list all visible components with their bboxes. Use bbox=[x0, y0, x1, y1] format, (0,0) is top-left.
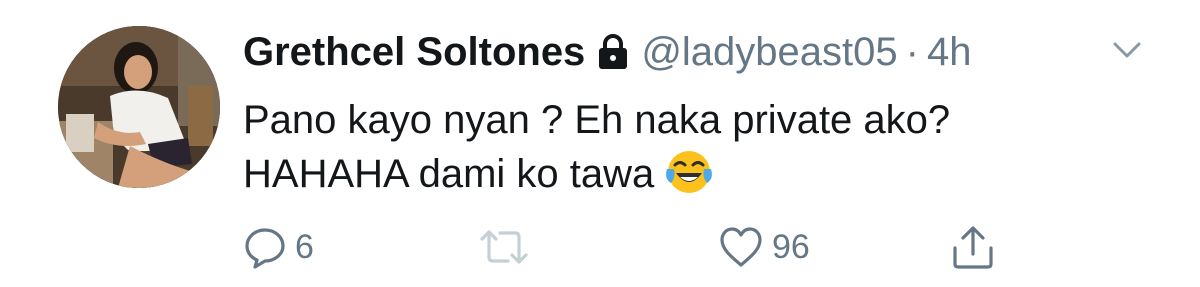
tweet-header: Grethcel Soltones @ladybeast05 · 4h bbox=[243, 26, 971, 78]
lock-icon bbox=[597, 34, 629, 70]
face-with-tears-of-joy-emoji bbox=[664, 147, 714, 197]
tweet-text: Pano kayo nyan ? Eh naka private ako? HA… bbox=[243, 93, 950, 201]
separator-dot: · bbox=[905, 29, 919, 74]
retweet-button[interactable] bbox=[478, 222, 538, 272]
display-name[interactable]: Grethcel Soltones bbox=[243, 30, 585, 75]
chevron-down-icon[interactable] bbox=[1112, 40, 1142, 60]
user-handle[interactable]: @ladybeast05 bbox=[641, 30, 897, 75]
reply-button[interactable]: 6 bbox=[243, 222, 314, 272]
heart-icon bbox=[720, 227, 762, 267]
like-count: 96 bbox=[772, 227, 810, 266]
tweet: Grethcel Soltones @ladybeast05 · 4h Pano… bbox=[0, 0, 1200, 287]
like-button[interactable]: 96 bbox=[718, 222, 810, 272]
avatar-photo bbox=[58, 26, 220, 188]
reply-count: 6 bbox=[295, 227, 314, 266]
tweet-text-line-content: HAHAHA dami ko tawa bbox=[243, 152, 655, 196]
tweet-text-line: HAHAHA dami ko tawa bbox=[243, 147, 950, 201]
timestamp[interactable]: 4h bbox=[927, 30, 972, 75]
avatar[interactable] bbox=[58, 26, 220, 188]
tweet-actions: 6 96 bbox=[0, 222, 1200, 272]
reply-icon bbox=[245, 228, 285, 269]
tweet-text-line: Pano kayo nyan ? Eh naka private ako? bbox=[243, 98, 951, 142]
share-button[interactable] bbox=[950, 222, 1004, 272]
share-icon bbox=[953, 226, 993, 269]
retweet-icon bbox=[480, 230, 528, 264]
